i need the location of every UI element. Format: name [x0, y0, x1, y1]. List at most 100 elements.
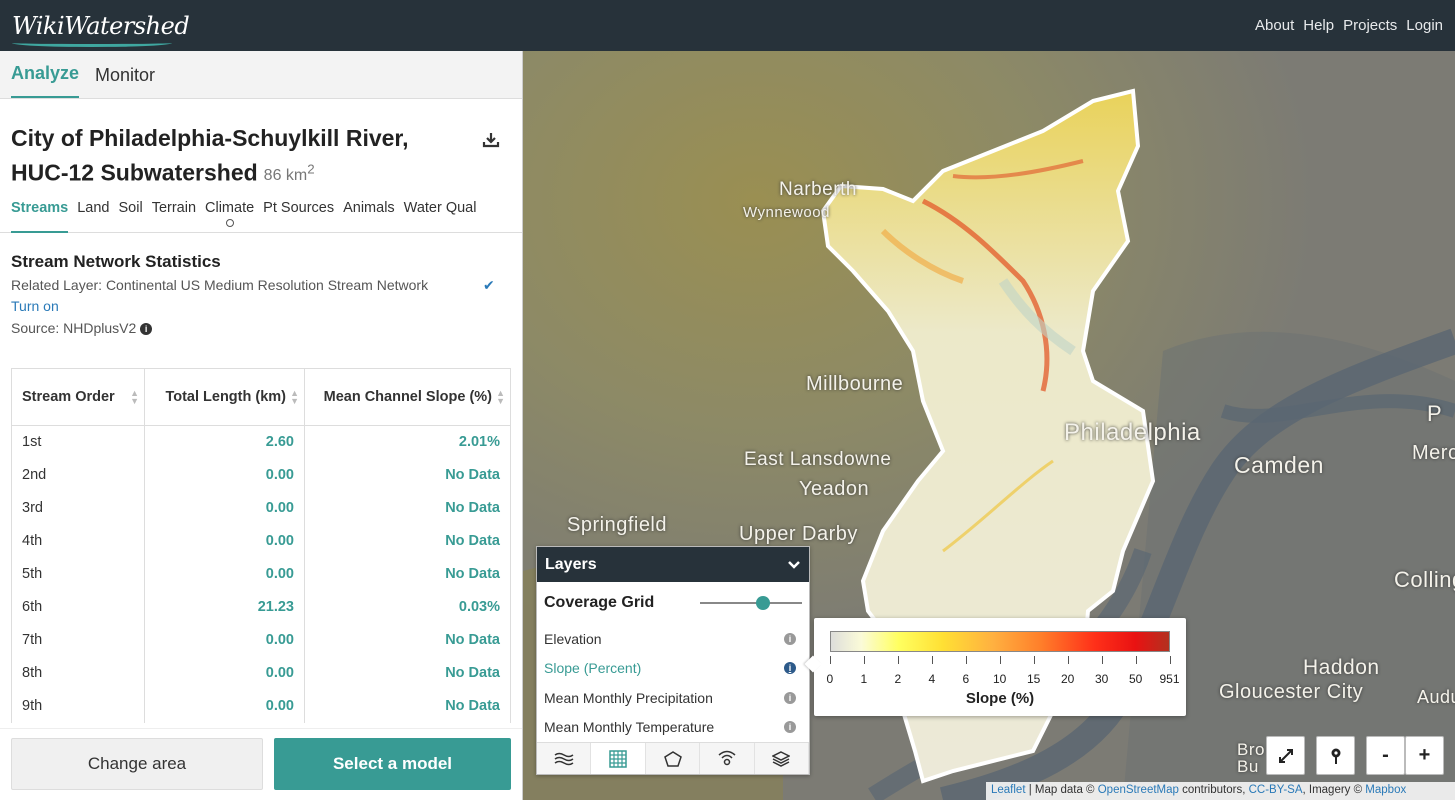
slope-cell: 2.01%	[304, 425, 511, 459]
stream-stats-table: Stream Order ▲ ▼ Total Length (km) ▲ ▼ Mean …	[11, 368, 511, 723]
layer-elevation-label: Elevation	[544, 630, 602, 647]
info-icon[interactable]: i	[784, 632, 796, 645]
leaflet-link[interactable]: Leaflet	[991, 784, 1026, 796]
legend-tick-label: 0	[826, 672, 834, 686]
map-label-upper-darby: Upper Darby	[739, 523, 858, 545]
legend-tick	[1000, 656, 1001, 664]
col-mean-slope[interactable]: Mean Channel Slope (%) ▲ ▼	[304, 368, 511, 426]
checkmark-icon: ✔	[483, 277, 495, 293]
length-cell: 0.00	[144, 689, 305, 723]
layer-slope[interactable]: Slope (Percent) i	[537, 654, 809, 684]
info-icon[interactable]: i	[140, 323, 153, 336]
table-row: 4th 0.00 No Data	[11, 524, 511, 558]
table-row: 3rd 0.00 No Data	[11, 491, 511, 525]
chevron-down-icon[interactable]	[787, 560, 801, 570]
nav-login-link[interactable]: Login	[1406, 17, 1443, 34]
main-tabs: Analyze Monitor	[0, 51, 522, 99]
boundary-layer-icon[interactable]	[646, 743, 701, 774]
table-row: 8th 0.00 No Data	[11, 656, 511, 690]
stream-order-cell: 8th	[11, 656, 145, 690]
legend-tick	[966, 656, 967, 664]
info-icon[interactable]: i	[784, 691, 796, 704]
streams-layer-icon[interactable]	[537, 743, 592, 774]
subtab-water-quality[interactable]: Water Qual	[404, 197, 477, 232]
fullscreen-button[interactable]	[1266, 736, 1305, 775]
map-label-p: P	[1427, 401, 1443, 426]
legend-tick-label: 1	[860, 672, 868, 686]
turn-on-link[interactable]: Turn on	[11, 298, 59, 314]
col-stream-order[interactable]: Stream Order ▲ ▼	[11, 368, 145, 426]
change-area-button[interactable]: Change area	[11, 738, 263, 790]
length-cell: 21.23	[144, 590, 305, 624]
nav-projects-link[interactable]: Projects	[1343, 17, 1397, 34]
nav-about-link[interactable]: About	[1255, 17, 1294, 34]
slider-handle[interactable]	[756, 596, 770, 610]
zoom-in-button[interactable]: +	[1405, 736, 1444, 775]
license-link[interactable]: CC-BY-SA	[1249, 784, 1303, 796]
zoom-out-button[interactable]: -	[1366, 736, 1405, 775]
legend-tick	[1136, 656, 1137, 664]
map-label-millbourne: Millbourne	[806, 373, 904, 395]
map-label-yeadon: Yeadon	[799, 478, 870, 500]
table-row: 5th 0.00 No Data	[11, 557, 511, 591]
layer-precipitation[interactable]: Mean Monthly Precipitation i	[537, 683, 809, 713]
layer-temperature[interactable]: Mean Monthly Temperature i	[537, 713, 809, 743]
analysis-subtabs: Streams Land Soil Terrain Climate Pt Sou…	[0, 197, 522, 233]
stream-order-cell: 2nd	[11, 458, 145, 492]
osm-link[interactable]: OpenStreetMap	[1098, 784, 1179, 796]
opacity-slider[interactable]	[700, 593, 802, 613]
table-row: 6th 21.23 0.03%	[11, 590, 511, 624]
subtab-streams[interactable]: Streams	[11, 197, 69, 233]
locate-button[interactable]	[1316, 736, 1355, 775]
logo-wave-icon	[12, 39, 172, 47]
col-total-length[interactable]: Total Length (km) ▲ ▼	[144, 368, 305, 426]
layer-temperature-label: Mean Monthly Temperature	[544, 719, 715, 736]
mapbox-link[interactable]: Mapbox	[1365, 784, 1406, 796]
legend-tick-label: 6	[962, 672, 970, 686]
basemap-layer-icon[interactable]	[755, 743, 810, 774]
subtab-land[interactable]: Land	[77, 197, 109, 232]
map-label-east-lansdowne: East Lansdowne	[744, 449, 892, 470]
subtab-animals[interactable]: Animals	[343, 197, 395, 232]
slope-cell: No Data	[304, 689, 511, 723]
layers-panel-header[interactable]: Layers	[537, 547, 809, 582]
monitoring-layer-icon[interactable]	[700, 743, 755, 774]
map-pin-icon	[1331, 748, 1340, 764]
coverage-grid-label: Coverage Grid	[544, 594, 655, 611]
nav-help-link[interactable]: Help	[1303, 17, 1334, 34]
select-model-button[interactable]: Select a model	[274, 738, 511, 790]
legend-tick	[1102, 656, 1103, 664]
top-nav-links: About Help Projects Login	[1255, 17, 1443, 34]
info-icon[interactable]: i	[784, 721, 796, 734]
subtab-pt-sources[interactable]: Pt Sources	[263, 197, 334, 232]
length-cell: 0.00	[144, 491, 305, 525]
map-label-collings: Collings	[1394, 567, 1455, 592]
top-navbar: WikiWatershed About Help Projects Login	[0, 0, 1455, 51]
subtab-climate[interactable]: Climate	[205, 197, 254, 232]
subtab-terrain[interactable]: Terrain	[152, 197, 196, 232]
map-label-gloucester-city: Gloucester City	[1219, 681, 1364, 703]
stream-order-cell: 3rd	[11, 491, 145, 525]
legend-tick	[1170, 656, 1171, 664]
length-cell: 0.00	[144, 557, 305, 591]
grid-layer-icon[interactable]	[591, 743, 646, 774]
area-title: City of Philadelphia-Schuylkill River, H…	[11, 123, 451, 191]
stream-order-cell: 1st	[11, 425, 145, 459]
legend-tick-label: 951	[1159, 672, 1180, 686]
subtab-soil[interactable]: Soil	[119, 197, 143, 232]
map-label-camden: Camden	[1234, 452, 1324, 478]
layer-elevation[interactable]: Elevation i	[537, 624, 809, 654]
map-label-springfield: Springfield	[567, 514, 668, 536]
tab-monitor[interactable]: Monitor	[95, 65, 155, 98]
stream-table-container: Stream Order ▲ ▼ Total Length (km) ▲ ▼ Mean …	[11, 368, 511, 728]
sort-icon: ▲ ▼	[496, 388, 505, 406]
map-label-philadelphia: Philadelphia	[1064, 419, 1201, 446]
tab-analyze[interactable]: Analyze	[11, 63, 80, 98]
attribution-contributors: contributors,	[1178, 784, 1249, 796]
length-cell: 0.00	[144, 524, 305, 558]
app-logo[interactable]: WikiWatershed	[12, 12, 190, 47]
download-icon[interactable]	[482, 131, 500, 149]
slider-track	[700, 602, 802, 604]
info-icon[interactable]: i	[784, 662, 796, 675]
stream-order-cell: 6th	[11, 590, 145, 624]
